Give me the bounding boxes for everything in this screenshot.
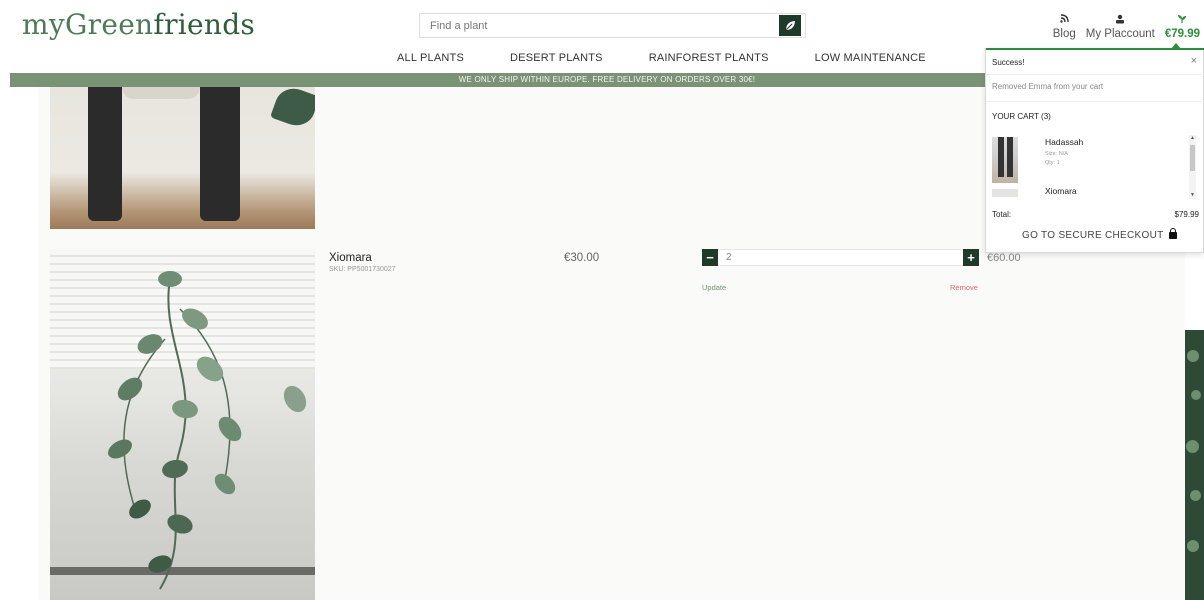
cart-popup: Success! × Removed Emma from your cart Y… [985, 43, 1204, 253]
logo-text-suffix: friends [153, 8, 256, 41]
image-detail [270, 87, 315, 131]
image-detail [122, 87, 200, 99]
scroll-up-icon[interactable]: ▲ [1189, 135, 1196, 142]
cart-link[interactable]: €79.99 [1165, 14, 1200, 40]
popup-caret [1171, 43, 1181, 49]
secure-checkout-button[interactable]: GO TO SECURE CHECKOUT [1022, 228, 1177, 241]
close-icon[interactable]: × [1191, 55, 1197, 67]
scrollbar-thumb[interactable] [1190, 145, 1195, 171]
image-detail [1007, 137, 1013, 177]
logo-text-prefix: myGreen [22, 8, 154, 41]
update-link[interactable]: Update [702, 283, 726, 292]
cart-item-name[interactable]: Xiomara [1045, 186, 1077, 196]
image-detail [1187, 540, 1199, 552]
product-name[interactable]: Xiomara [329, 252, 372, 264]
divider [986, 101, 1204, 102]
user-nav: Blog My Placcount €79.99 [1053, 6, 1204, 40]
quantity-input[interactable]: 2 [718, 249, 963, 266]
popup-total-label: Total: [992, 210, 1012, 219]
cart-item-name[interactable]: Hadassah [1045, 137, 1083, 147]
line-total: €60.00 [987, 252, 1021, 264]
blog-label: Blog [1052, 28, 1076, 40]
remove-link[interactable]: Remove [950, 283, 978, 292]
checkout-label: GO TO SECURE CHECKOUT [1022, 230, 1164, 241]
nav-low-maintenance[interactable]: LOW MAINTENANCE [815, 52, 926, 64]
blog-link[interactable]: Blog [1053, 14, 1076, 40]
popup-scrollbar[interactable]: ▲ ▼ [1189, 135, 1196, 199]
nav-rainforest-plants[interactable]: RAINFOREST PLANTS [649, 52, 769, 64]
nav-desert-plants[interactable]: DESERT PLANTS [510, 52, 603, 64]
nav-all-plants[interactable]: ALL PLANTS [397, 52, 464, 64]
divider [986, 74, 1204, 75]
plant-illustration [108, 271, 307, 590]
image-detail [88, 87, 122, 221]
product-sku: SKU: PP5001730027 [329, 266, 396, 273]
lock-icon [1168, 228, 1177, 239]
search-bar [419, 13, 806, 38]
cart-plant-icon [1177, 14, 1187, 28]
search-button[interactable] [779, 15, 801, 36]
popup-cart-heading: YOUR CART (3) [992, 112, 1051, 121]
cart-item-thumbnail[interactable] [992, 137, 1018, 183]
site-logo[interactable]: myGreenfriends [22, 8, 255, 41]
minus-icon: − [706, 250, 714, 265]
cart-item-qty: Qty: 1 [1045, 160, 1060, 166]
side-plant-image [1185, 330, 1204, 600]
quantity-increase-button[interactable]: + [963, 249, 979, 266]
image-detail [1191, 390, 1201, 400]
account-icon [1115, 14, 1125, 28]
image-detail [1187, 350, 1199, 362]
product-price: €30.00 [564, 252, 600, 264]
cart-item-size: Size: N/A [1045, 151, 1068, 157]
image-detail [1186, 440, 1199, 453]
popup-success-title: Success! [992, 58, 1025, 67]
search-input[interactable] [420, 14, 775, 37]
cart-total-label: €79.99 [1164, 28, 1200, 40]
image-detail [200, 87, 240, 221]
popup-cart-list: Hadassah Size: N/A Qty: 1 Xiomara [986, 133, 1204, 197]
leaf-icon [784, 20, 796, 32]
quantity-decrease-button[interactable]: − [702, 249, 718, 266]
image-detail [998, 137, 1004, 177]
image-detail [1190, 490, 1201, 501]
account-label: My Placcount [1085, 28, 1155, 40]
main-nav: ALL PLANTS DESERT PLANTS RAINFOREST PLAN… [397, 52, 972, 64]
product-image-xiomara[interactable] [50, 249, 315, 600]
account-link[interactable]: My Placcount [1086, 14, 1155, 40]
cart-item-thumbnail[interactable] [992, 189, 1018, 197]
scroll-down-icon[interactable]: ▼ [1189, 192, 1196, 199]
popup-total-value: $79.99 [1174, 210, 1199, 219]
page: myGreenfriends Blog My Placcount [0, 0, 1204, 600]
plus-icon: + [967, 250, 975, 265]
popup-message: Removed Emma from your cart [992, 82, 1104, 91]
blog-icon [1059, 14, 1069, 28]
product-image-hadassah[interactable] [50, 87, 315, 229]
